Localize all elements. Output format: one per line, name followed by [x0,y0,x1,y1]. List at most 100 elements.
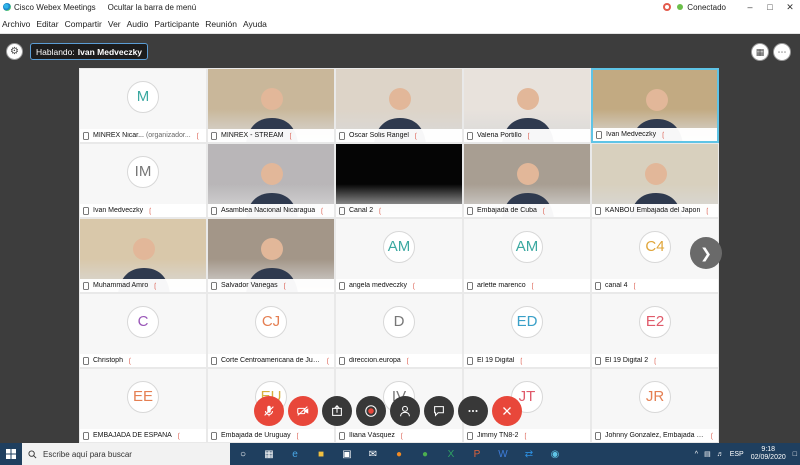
explorer-icon[interactable]: ■ [308,443,334,465]
search-icon [28,449,37,458]
meeting-controls [254,396,546,430]
participant-tile[interactable]: MINREX - STREAM ❲ [207,68,335,143]
participant-tile[interactable]: E2 El 19 Digital 2 ❲ [591,293,719,368]
network-icon[interactable]: ▤ [701,450,714,458]
mail-icon[interactable]: ✉ [360,443,386,465]
device-icon [339,356,345,365]
participant-nameplate: Jimmy TN8-2 ❲ [464,429,590,442]
participant-avatar: D [383,305,415,338]
participant-nameplate: direccion.europa ❲ [336,354,462,367]
device-icon [467,431,473,440]
participant-tile[interactable]: ED El 19 Digital ❲ [463,293,591,368]
start-button[interactable] [0,443,22,465]
hide-menu-bar-link[interactable]: Ocultar la barra de menú [108,3,197,12]
muted-microphone-icon: ❲ [660,131,667,139]
device-icon [339,281,345,290]
notifications-icon[interactable]: □ [790,451,800,458]
participants-button[interactable] [390,396,420,426]
firefox-icon[interactable]: ● [386,443,412,465]
more-options-button[interactable] [458,396,488,426]
word-icon[interactable]: W [490,443,516,465]
device-icon [595,206,601,215]
powerpoint-icon[interactable]: P [464,443,490,465]
participant-nameplate: angela medveczky ❲ [336,279,462,292]
menu-reunion[interactable]: Reunión [202,19,240,29]
participant-nameplate: MINREX Nicar... (organizador... ❲ [80,129,206,142]
participant-tile[interactable]: Canal 2 ❲ [335,143,463,218]
volume-icon[interactable]: ♬ [714,451,727,458]
participant-name: Embajada de Cuba [477,207,537,214]
task-view-icon[interactable]: ▦ [256,443,282,465]
device-icon [596,130,602,139]
participant-tile[interactable]: Muhammad Amro ❲ [79,218,207,293]
chat-button[interactable] [424,396,454,426]
participant-name: Christoph [93,357,123,364]
muted-microphone-icon: ❲ [287,132,294,140]
teamviewer-icon[interactable]: ⇄ [516,443,542,465]
muted-microphone-icon: ❲ [126,357,133,365]
close-button[interactable]: ✕ [780,2,800,13]
participant-tile[interactable]: Valeria Portillo ❲ [463,68,591,143]
title-bar-right: Conectado – □ ✕ [663,0,800,14]
participant-tile[interactable]: Ddireccion.europa ❲ [335,293,463,368]
edge-icon[interactable]: e [282,443,308,465]
participant-nameplate: Iliana Vásquez ❲ [336,429,462,442]
menu-ver[interactable]: Ver [105,19,124,29]
participant-avatar: IM [127,155,159,188]
participant-tile[interactable]: Asamblea Nacional Nicaragua ❲ [207,143,335,218]
participant-name: Asamblea Nacional Nicaragua [221,207,316,214]
participant-name: angela medveczky [349,282,407,289]
participant-name: Corte Centroamericana de Jus... [221,357,321,364]
device-icon [467,131,473,140]
mute-button[interactable] [254,396,284,426]
webex-taskbar-icon[interactable]: ◉ [542,443,568,465]
recording-icon [663,3,672,11]
participant-name: EMBAJADA DE ESPAÑA [93,432,172,439]
participant-tile[interactable]: Ivan Medveczky ❲ [591,68,719,143]
share-button[interactable] [322,396,352,426]
menu-audio[interactable]: Audio [124,19,152,29]
participant-tile[interactable]: Salvador Vanegas ❲ [207,218,335,293]
maximize-button[interactable]: □ [760,2,780,12]
participant-avatar: JR [639,380,671,413]
participant-tile[interactable]: AM arlette marenco ❲ [463,218,591,293]
participant-tile[interactable]: JR Johnny Gonzalez, Embajada RD ❲ [591,368,719,443]
cortana-icon[interactable]: ○ [230,443,256,465]
participant-tile[interactable]: Embajada de Cuba ❲ [463,143,591,218]
menu-editar[interactable]: Editar [33,19,61,29]
microphone-muted-icon [264,405,274,417]
participant-tile[interactable]: CJ Corte Centroamericana de Jus... ❲ [207,293,335,368]
layout-options-icon[interactable]: ⋯ [773,43,791,61]
menu-archivo[interactable]: Archivo [0,19,33,29]
participant-tile[interactable]: IM Ivan Medveczky ❲ [79,143,207,218]
language-indicator[interactable]: ESP [727,451,747,458]
grid-view-icon[interactable]: ▦ [751,43,769,61]
muted-microphone-icon: ❲ [704,207,711,215]
participant-tile[interactable]: Oscar Solis Rangel ❲ [335,68,463,143]
chrome-icon[interactable]: ● [412,443,438,465]
participant-tile[interactable]: M MINREX Nicar... (organizador... ❲ [79,68,207,143]
excel-icon[interactable]: X [438,443,464,465]
device-icon [211,431,217,440]
speaking-name: Ivan Medveczky [77,46,143,57]
record-button[interactable] [356,396,386,426]
taskbar-clock[interactable]: 9:18 02/09/2020 [747,446,790,462]
participant-tile[interactable]: AM angela medveczky ❲ [335,218,463,293]
participant-tile[interactable]: EE EMBAJADA DE ESPAÑA ❲ [79,368,207,443]
menu-compartir[interactable]: Compartir [62,19,105,29]
minimize-button[interactable]: – [740,2,760,12]
participant-name: direccion.europa [349,357,401,364]
participant-name: Oscar Solis Rangel [349,132,409,139]
participant-tile[interactable]: C Christoph ❲ [79,293,207,368]
menu-participante[interactable]: Participante [151,19,202,29]
participant-tile[interactable]: KANBOU Embajada del Japon ❲ [591,143,719,218]
video-button[interactable] [288,396,318,426]
tray-expand-icon[interactable]: ^ [692,451,701,458]
store-icon[interactable]: ▣ [334,443,360,465]
leave-meeting-button[interactable] [492,396,522,426]
settings-gear-icon[interactable]: ⚙ [6,43,23,60]
taskbar-search[interactable]: Escribe aquí para buscar [22,443,230,465]
muted-microphone-icon: ❲ [319,207,326,215]
next-page-arrow-icon[interactable]: ❯ [690,237,722,269]
menu-ayuda[interactable]: Ayuda [240,19,270,29]
